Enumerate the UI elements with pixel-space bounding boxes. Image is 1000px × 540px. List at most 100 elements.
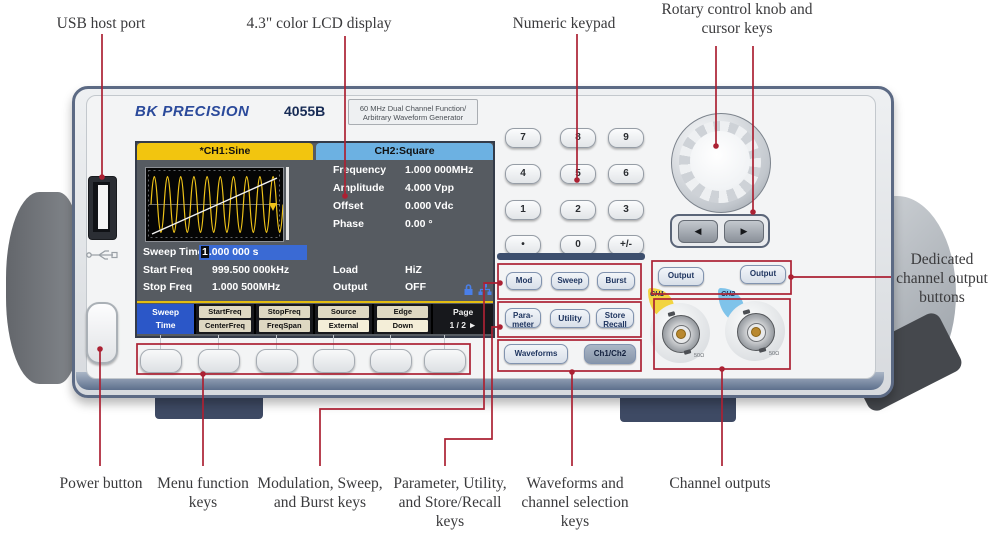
softkey-top: StartFreq: [199, 306, 251, 318]
burst-button[interactable]: Burst: [597, 272, 635, 290]
param-value: 4.000 Vpp: [405, 182, 455, 194]
ch2-bnc-pin: [751, 327, 761, 337]
ch1-impedance-label: 50Ω: [694, 353, 705, 359]
callout-waveforms-keys: Waveforms and channel selection keys: [521, 475, 629, 530]
param-label: Offset: [333, 200, 364, 212]
ch2-output-button[interactable]: Output: [740, 265, 786, 284]
waveform-scroll-bar: [286, 167, 289, 240]
key-3[interactable]: 3: [608, 200, 644, 220]
store-recall-button[interactable]: Store Recall: [596, 308, 634, 329]
softkey-bottom: FreqSpan: [258, 320, 310, 332]
store-recall-line2: Recall: [603, 320, 627, 329]
key-1[interactable]: 1: [505, 200, 541, 220]
ch1-bnc-pin: [676, 329, 686, 339]
softkey-edge: Edge Down: [374, 304, 434, 334]
sweep-button[interactable]: Sweep: [551, 272, 589, 290]
model-description: 60 MHz Dual Channel Function/ Arbitrary …: [348, 99, 478, 125]
sweep-time-label: Sweep Time: [143, 246, 204, 258]
usb-icon: [86, 250, 118, 260]
softkey-stopfreq: StopFreq FreqSpan: [256, 304, 315, 334]
model-description-line1: 60 MHz Dual Channel Function/: [359, 104, 467, 113]
callout-menu-keys: Menu function keys: [157, 475, 249, 511]
softkey-menu-bar: Sweep Time StartFreq CenterFreq StopFreq…: [137, 304, 493, 334]
menu-function-key-6[interactable]: [424, 349, 466, 373]
edit-cursor: 1: [201, 246, 209, 258]
store-recall-line1: Store: [604, 311, 626, 320]
softkey-top: Source: [317, 306, 370, 318]
rotary-knob-center[interactable]: [690, 131, 750, 191]
softkey-bottom: External: [317, 320, 370, 332]
softkey-top: Sweep: [152, 307, 180, 317]
softkey-top: Page: [452, 307, 474, 317]
key-2[interactable]: 2: [560, 200, 596, 220]
softkey-bottom: Time: [155, 320, 176, 330]
utility-button[interactable]: Utility: [550, 309, 590, 328]
callout-power-button: Power button: [59, 475, 143, 492]
menu-function-key-2[interactable]: [198, 349, 240, 373]
ch1-label: CH1: [650, 291, 665, 298]
model-description-line2: Arbitrary Waveform Generator: [362, 113, 464, 122]
output-label: Output: [333, 281, 368, 293]
param-value: 0.00 °: [405, 218, 433, 230]
ch2-impedance-label: 50Ω: [769, 351, 780, 357]
softkey-top: Edge: [377, 306, 429, 318]
key-4[interactable]: 4: [505, 164, 541, 184]
ch1-ch2-button[interactable]: Ch1/Ch2: [584, 344, 636, 364]
menu-function-key-5[interactable]: [370, 349, 412, 373]
ch1-output-button[interactable]: Output: [658, 267, 704, 286]
menu-function-key-4[interactable]: [313, 349, 355, 373]
output-value: OFF: [405, 281, 426, 293]
parameter-button-line1: Para-: [512, 311, 533, 320]
key-6[interactable]: 6: [608, 164, 644, 184]
load-label: Load: [333, 264, 359, 276]
callout-channel-outputs: Channel outputs: [669, 475, 771, 492]
key-9[interactable]: 9: [608, 128, 644, 148]
parameter-button[interactable]: Para- meter: [505, 308, 541, 329]
waveform-graphic: [148, 170, 284, 238]
param-value: 0.000 Vdc: [405, 200, 454, 212]
usb-port-tongue: [98, 185, 108, 229]
key-8[interactable]: 8: [560, 128, 596, 148]
callout-mod-keys: Modulation, Sweep, and Burst keys: [257, 475, 383, 511]
cursor-right-button[interactable]: ▶: [724, 220, 764, 243]
lcd-display: *CH1:Sine CH2:Square Frequency 1.000 000…: [135, 141, 495, 338]
softkey-bottom: 1 / 2 ►: [449, 320, 477, 330]
waveforms-button[interactable]: Waveforms: [504, 344, 568, 364]
callout-numeric-keypad: Numeric keypad: [512, 15, 616, 32]
right-foot: [620, 395, 736, 422]
annotated-front-panel-diagram: BK PRECISION 4055B 60 MHz Dual Channel F…: [0, 0, 1000, 540]
softkey-source: Source External: [315, 304, 375, 334]
brand-logo: BK PRECISION: [135, 103, 250, 120]
callout-lcd-display: 4.3" color LCD display: [246, 15, 392, 32]
waveform-preview: [145, 167, 284, 242]
function-panel-ridge: [497, 253, 645, 260]
key-decimal[interactable]: •: [505, 235, 541, 255]
ch2-label: CH2: [721, 291, 736, 298]
mod-button[interactable]: Mod: [506, 272, 542, 290]
callout-dedicated-output: Dedicated channel output buttons: [896, 251, 988, 306]
menu-function-key-1[interactable]: [140, 349, 182, 373]
cursor-left-button[interactable]: ◀: [678, 220, 718, 243]
stop-freq-value: 1.000 500MHz: [212, 281, 281, 293]
callout-rotary-knob: Rotary control knob and cursor keys: [661, 1, 813, 37]
key-0[interactable]: 0: [560, 235, 596, 255]
model-number: 4055B: [284, 103, 326, 119]
tab-ch1-sine: *CH1:Sine: [137, 143, 313, 160]
load-value: HiZ: [405, 264, 422, 276]
softkey-startfreq: StartFreq CenterFreq: [196, 304, 256, 334]
key-7[interactable]: 7: [505, 128, 541, 148]
param-label: Amplitude: [333, 182, 385, 194]
softkey-sweep-time: Sweep Time: [137, 304, 197, 334]
start-freq-value: 999.500 000kHz: [212, 264, 290, 276]
tab-ch2-square: CH2:Square: [316, 143, 493, 160]
softkey-bottom: Down: [377, 320, 429, 332]
key-5[interactable]: 5: [560, 164, 596, 184]
param-label: Frequency: [333, 164, 387, 176]
sweep-time-rest: .000 000 s: [208, 246, 259, 258]
power-button[interactable]: [86, 302, 118, 364]
key-plus-minus[interactable]: +/-: [608, 235, 644, 255]
stop-freq-label: Stop Freq: [143, 281, 192, 293]
softkey-separator: [137, 301, 493, 303]
menu-function-key-3[interactable]: [256, 349, 298, 373]
lock-icon: [464, 284, 473, 295]
